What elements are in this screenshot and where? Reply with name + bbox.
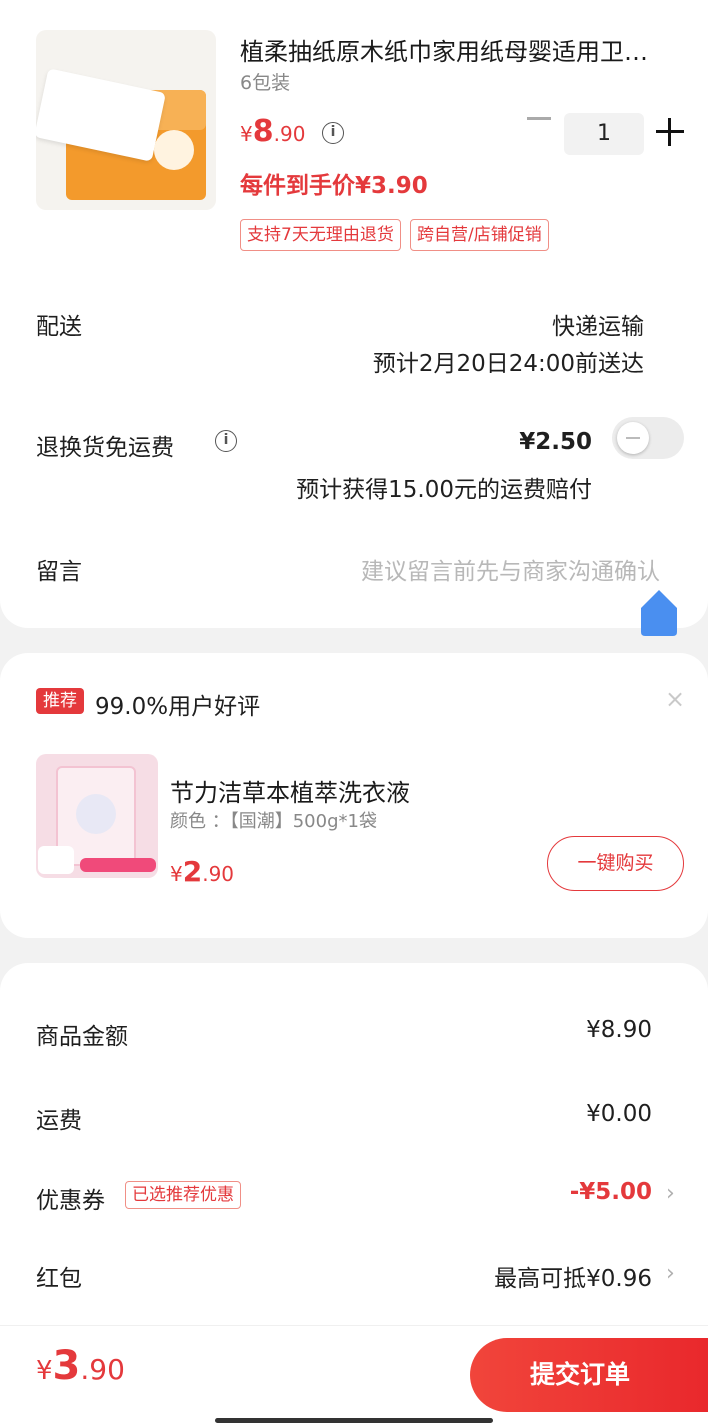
coupon-value[interactable]: -¥5.00: [570, 1179, 652, 1205]
checkout-bar: ¥3.90 提交订单: [0, 1325, 708, 1424]
recommend-badge: 推荐: [36, 688, 84, 714]
recommend-product-image[interactable]: [36, 754, 158, 878]
return-shipping-note: 预计获得15.00元的运费赔付: [296, 477, 592, 503]
coupon-selected-tag: 已选推荐优惠: [125, 1181, 241, 1209]
goods-amount-label: 商品金额: [36, 1024, 128, 1050]
return-shipping-info-icon[interactable]: i: [215, 430, 237, 452]
close-icon[interactable]: ×: [665, 685, 685, 713]
recommend-rating-text: 99.0%用户好评: [95, 694, 261, 720]
redpack-label: 红包: [36, 1266, 82, 1292]
coupon-label: 优惠券: [36, 1188, 105, 1214]
submit-order-button[interactable]: 提交订单: [470, 1338, 708, 1412]
chevron-right-icon[interactable]: ›: [666, 1261, 675, 1286]
message-input[interactable]: 建议留言前先与商家沟通确认: [361, 552, 660, 586]
quantity-decrease-button[interactable]: [527, 117, 551, 120]
delivery-estimate: 预计2月20日24:00前送达: [372, 351, 644, 377]
total-price: ¥3.90: [36, 1343, 125, 1389]
recommend-product-price: ¥2.90: [170, 855, 235, 888]
return-shipping-price: ¥2.50: [519, 429, 592, 455]
quantity-input[interactable]: 1: [564, 113, 644, 155]
service-tag-promo: 跨自营/店铺促销: [410, 219, 549, 251]
home-indicator: [215, 1418, 493, 1423]
product-image[interactable]: [36, 30, 216, 210]
product-title[interactable]: 植柔抽纸原木纸巾家用纸母婴适用卫…: [240, 32, 686, 67]
floating-home-button[interactable]: [641, 590, 677, 636]
service-tag-return: 支持7天无理由退货: [240, 219, 401, 251]
return-shipping-toggle[interactable]: [612, 417, 684, 459]
toggle-knob: [617, 422, 649, 454]
one-click-buy-button[interactable]: 一键购买: [547, 836, 684, 891]
product-price: ¥8.90: [240, 114, 306, 149]
chevron-right-icon[interactable]: ›: [666, 1181, 675, 1206]
unit-final-price: 每件到手价¥3.90: [240, 173, 428, 199]
recommend-product-name[interactable]: 节力洁草本植萃洗衣液: [170, 773, 410, 808]
freight-label: 运费: [36, 1108, 82, 1134]
redpack-value[interactable]: 最高可抵¥0.96: [494, 1259, 652, 1293]
freight-value: ¥0.00: [586, 1101, 652, 1127]
recommend-card: 推荐 99.0%用户好评 × 节力洁草本植萃洗衣液 颜色 ：【国潮】500g*1…: [0, 653, 708, 938]
product-spec[interactable]: 6包装: [240, 68, 290, 95]
message-label: 留言: [36, 559, 82, 585]
delivery-label: 配送: [36, 314, 82, 340]
info-icon[interactable]: i: [322, 122, 344, 144]
delivery-method[interactable]: 快递运输: [552, 307, 644, 341]
quantity-increase-button[interactable]: [656, 118, 684, 146]
recommend-product-spec: 颜色 ：【国潮】500g*1袋: [170, 811, 377, 832]
return-shipping-label: 退换货免运费: [36, 435, 174, 461]
order-item-card: 植柔抽纸原木纸巾家用纸母婴适用卫… 6包装 ¥8.90 i 1 每件到手价¥3.…: [0, 0, 708, 628]
goods-amount-value: ¥8.90: [586, 1017, 652, 1043]
